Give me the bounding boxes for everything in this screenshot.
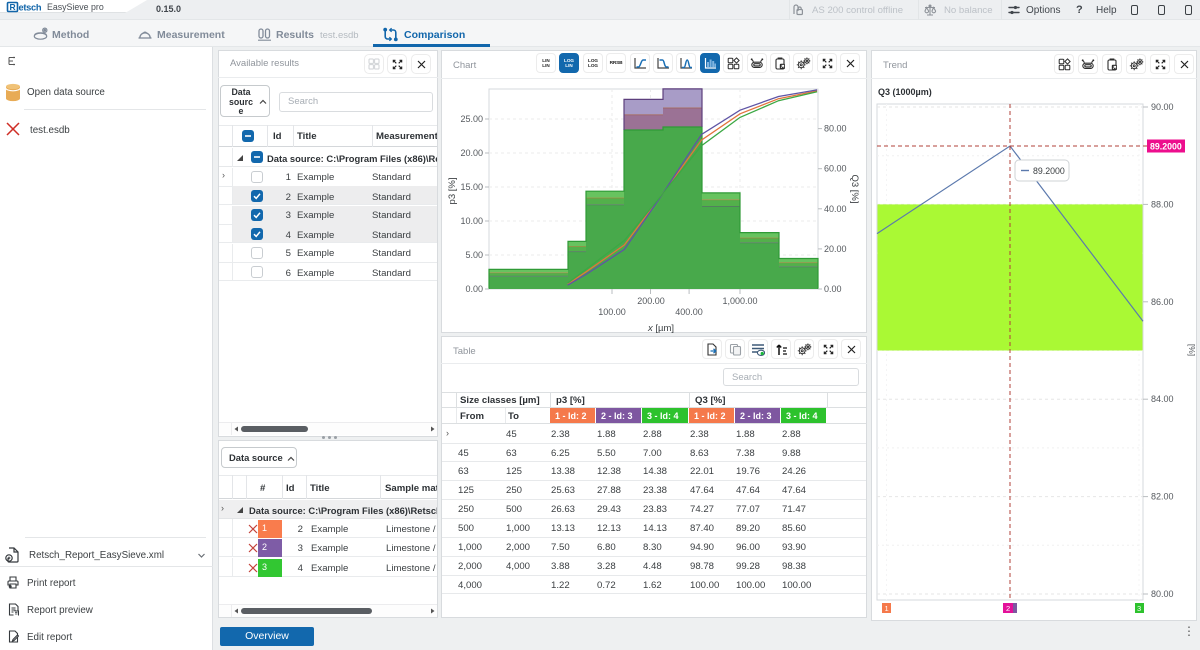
svg-text:2: 2 [1006,604,1010,613]
svg-text:200.00: 200.00 [637,296,665,306]
svg-text:15.00: 15.00 [460,182,483,192]
svg-text:20.00: 20.00 [824,244,847,254]
svg-text:60.00: 60.00 [824,164,847,174]
svg-text:10.00: 10.00 [460,216,483,226]
svg-text:90.00: 90.00 [1151,102,1174,112]
svg-text:EasySieve pro: EasySieve pro [47,2,104,12]
svg-text:p3 [%]: p3 [%] [447,178,458,205]
svg-text:89.2000: 89.2000 [1150,142,1182,152]
svg-text:82.00: 82.00 [1151,492,1174,502]
svg-text:1: 1 [885,604,889,613]
svg-text:86.00: 86.00 [1151,297,1174,307]
svg-text:x [µm]: x [µm] [647,323,674,333]
svg-text:[%]: [%] [1187,344,1197,356]
svg-text:25.00: 25.00 [460,114,483,124]
svg-text:0.00: 0.00 [824,284,842,294]
svg-text:400.00: 400.00 [675,307,703,317]
svg-text:etsch: etsch [19,2,42,12]
svg-text:20.00: 20.00 [460,148,483,158]
svg-text:0.00: 0.00 [465,284,483,294]
svg-text:80.00: 80.00 [824,124,847,134]
svg-text:3: 3 [1137,604,1141,613]
svg-text:R: R [10,2,16,12]
svg-text:Q3 [%]: Q3 [%] [849,174,860,203]
svg-text:84.00: 84.00 [1151,394,1174,404]
svg-text:1,000.00: 1,000.00 [722,296,757,306]
svg-text:80.00: 80.00 [1151,589,1174,599]
svg-text:5.00: 5.00 [465,250,483,260]
svg-text:40.00: 40.00 [824,204,847,214]
svg-text:89.2000: 89.2000 [1033,166,1065,176]
svg-text:88.00: 88.00 [1151,199,1174,209]
svg-text:100.00: 100.00 [598,307,626,317]
